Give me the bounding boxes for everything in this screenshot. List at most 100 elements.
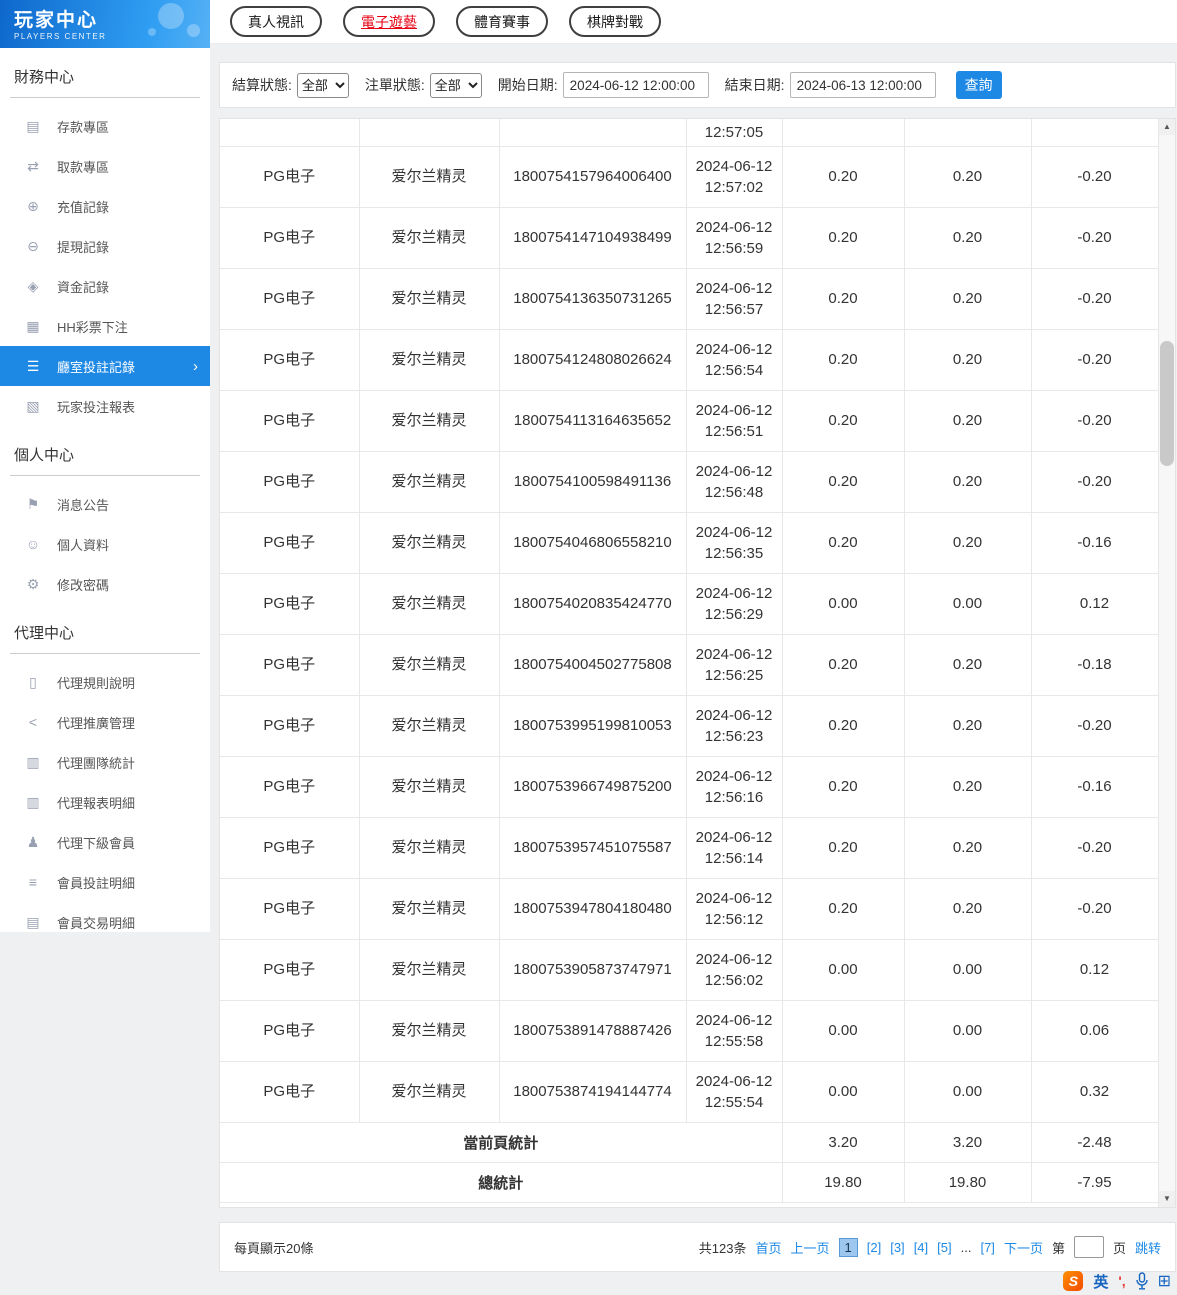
cell-game: 爱尔兰精灵 (358, 633, 500, 696)
cell-game: 爱尔兰精灵 (358, 938, 500, 1001)
sidebar-item-room-bet-records[interactable]: ☰ 廳室投註記錄 › (0, 346, 210, 386)
page-link-3[interactable]: [3] (890, 1240, 904, 1255)
cell-game: 爱尔兰精灵 (358, 572, 500, 635)
ime-toolbar: S 英 ', ⊞ (1063, 1269, 1171, 1293)
cell-datetime: 2024-06-12 12:56:23 (685, 694, 783, 757)
sidebar-item-agent-report-detail[interactable]: ▥ 代理報表明細 (0, 782, 210, 822)
table-row: PG电子 爱尔兰精灵 1800753947804180480 2024-06-12 12… (220, 877, 1158, 940)
summary-profit: -7.95 (1030, 1161, 1158, 1203)
sidebar-item-player-bet-report[interactable]: ▧ 玩家投注報表 (0, 386, 210, 426)
cell-valid-bet: 0.20 (903, 755, 1032, 818)
cell-datetime: 2024-06-12 12:56:29 (685, 572, 783, 635)
page-link-2[interactable]: [2] (867, 1240, 881, 1255)
page-link-first[interactable]: 首页 (755, 1238, 781, 1257)
sidebar-item-label: 玩家投注報表 (57, 399, 136, 415)
page-link-5[interactable]: [5] (937, 1240, 951, 1255)
ime-punctuation-icon[interactable]: ', (1118, 1273, 1125, 1289)
sidebar-item-change-password[interactable]: ⚙ 修改密碼 (0, 564, 210, 604)
sidebar-item-label: 充值記錄 (57, 199, 110, 215)
end-date-label: 結束日期: (724, 77, 785, 93)
sidebar: 玩家中心 PLAYERS CENTER 財務中心 ▤ 存款專區 ⇄ 取款專區 ⊕ 充值記錄 ⊖… (0, 0, 210, 932)
table-row-partial: 12:57:05 (220, 119, 1158, 147)
sidebar-item-deposit[interactable]: ▤ 存款專區 (0, 106, 210, 146)
order-status-select[interactable]: 全部 (429, 72, 482, 98)
page-link-4[interactable]: [4] (914, 1240, 928, 1255)
sidebar-item-funds-records[interactable]: ◈ 資金記錄 (0, 266, 210, 306)
sidebar-item-label: 代理團隊統計 (57, 755, 136, 771)
cell-order-id: 1800754046806558210 (498, 511, 687, 574)
bet-records-panel: 12:57:05 PG电子 爱尔兰精灵 1800754157964006400 2024… (219, 118, 1176, 1208)
tab-sports[interactable]: 體育賽事 (456, 6, 548, 37)
sidebar-item-profile[interactable]: ☺ 個人資料 (0, 524, 210, 564)
end-date-input[interactable] (789, 72, 936, 98)
cell-valid-bet: 0.20 (903, 450, 1032, 513)
sidebar-item-withdrawal-records[interactable]: ⊖ 提現記錄 (0, 226, 210, 266)
sogou-logo-icon[interactable]: S (1063, 1271, 1084, 1291)
jump-prefix-label: 第 (1051, 1240, 1065, 1256)
sidebar-item-member-transaction-detail[interactable]: ▤ 會員交易明細 (0, 902, 210, 942)
page-current[interactable]: 1 (838, 1237, 858, 1257)
page-link-prev[interactable]: 上一页 (791, 1238, 830, 1257)
sidebar-item-agent-rules[interactable]: ▯ 代理規則說明 (0, 662, 210, 702)
sidebar-item-member-bet-detail[interactable]: ≡ 會員投註明細 (0, 862, 210, 902)
cell-valid-bet: 0.20 (903, 877, 1032, 940)
cell-valid-bet: 0.20 (903, 328, 1032, 391)
cell-order-id: 1800753995199810053 (498, 694, 687, 757)
cell-datetime: 2024-06-12 12:55:58 (685, 999, 783, 1062)
cell-order-id: 1800754020835424770 (498, 572, 687, 635)
page-link-next[interactable]: 下一页 (1004, 1238, 1043, 1257)
cell-datetime: 2024-06-12 12:56:51 (685, 389, 783, 452)
bell-icon: ⚑ (26, 495, 40, 512)
sidebar-item-label: 代理報表明細 (57, 795, 136, 811)
ime-language-toggle[interactable]: 英 (1093, 1271, 1108, 1292)
cell-order-id: 1800753874194144774 (498, 1060, 687, 1123)
sidebar-item-hh-lottery-bets[interactable]: ▦ HH彩票下注 (0, 306, 210, 346)
tab-electronic-games[interactable]: 電子遊藝 (343, 6, 435, 37)
table-row: PG电子 爱尔兰精灵 1800754046806558210 2024-06-12 12… (220, 511, 1158, 574)
sidebar-item-announcements[interactable]: ⚑ 消息公告 (0, 484, 210, 524)
bet-records-tbody: 12:57:05 PG电子 爱尔兰精灵 1800754157964006400 2024… (220, 119, 1158, 1203)
table-scrollbar[interactable]: ▲ ▼ (1158, 119, 1175, 1207)
table-row: PG电子 爱尔兰精灵 1800753874194144774 2024-06-12 12… (220, 1060, 1158, 1123)
share-icon: < (28, 714, 38, 730)
table-row: PG电子 爱尔兰精灵 1800754113164635652 2024-06-12 12… (220, 389, 1158, 452)
settle-status-select[interactable]: 全部 (296, 72, 349, 98)
table-row: PG电子 爱尔兰精灵 1800753891478887426 2024-06-12 12… (220, 999, 1158, 1062)
sidebar-item-agent-promotion[interactable]: < 代理推廣管理 (0, 702, 210, 742)
cell-empty (220, 119, 360, 147)
cell-bet-amount: 0.00 (781, 938, 905, 1001)
cell-valid-bet: 0.20 (903, 633, 1032, 696)
sidebar-item-agent-sub-members[interactable]: ♟ 代理下級會員 (0, 822, 210, 862)
sidebar-nav: 財務中心 ▤ 存款專區 ⇄ 取款專區 ⊕ 充值記錄 ⊖ 提現記錄 ◈ 資金記錄 ▦ HH彩票下注 ☰ 廳室投… (0, 62, 210, 942)
page-jump-input[interactable] (1073, 1236, 1104, 1258)
page-link-7[interactable]: [7] (980, 1240, 994, 1255)
cell-platform: PG电子 (220, 145, 360, 208)
table-row: PG电子 爱尔兰精灵 1800754020835424770 2024-06-12 12… (220, 572, 1158, 635)
lottery-bet-icon: ▦ (26, 317, 40, 334)
cell-order-id: 1800753891478887426 (498, 999, 687, 1062)
scroll-down-arrow-icon[interactable]: ▼ (1159, 1191, 1175, 1207)
cell-platform: PG电子 (220, 755, 360, 818)
cell-profit: 0.12 (1030, 572, 1158, 635)
search-button[interactable]: 查詢 (955, 71, 1002, 99)
scroll-up-arrow-icon[interactable]: ▲ (1159, 119, 1175, 135)
microphone-icon[interactable] (1135, 1272, 1148, 1290)
jump-button[interactable]: 跳转 (1135, 1238, 1161, 1257)
cell-order-id: 1800753966749875200 (498, 755, 687, 818)
cell-empty (781, 119, 905, 147)
sidebar-section-header: 個人中心 (10, 440, 200, 476)
sidebar-item-agent-team-stats[interactable]: ▥ 代理團隊統計 (0, 742, 210, 782)
bar-chart-icon: ▥ (26, 753, 40, 770)
gamepad-icon (148, 28, 156, 36)
tab-live-casino[interactable]: 真人視訊 (230, 6, 322, 37)
sidebar-item-recharge-records[interactable]: ⊕ 充值記錄 (0, 186, 210, 226)
tab-board-games[interactable]: 棋牌對戰 (569, 6, 661, 37)
cell-profit: -0.20 (1030, 450, 1158, 513)
ime-keyboard-icon[interactable]: ⊞ (1158, 1271, 1171, 1291)
gear-icon: ⚙ (26, 575, 40, 592)
sidebar-item-withdraw[interactable]: ⇄ 取款專區 (0, 146, 210, 186)
scrollbar-thumb[interactable] (1160, 341, 1174, 466)
start-date-label: 開始日期: (497, 77, 558, 93)
start-date-input[interactable] (562, 72, 709, 98)
page-ellipsis: ... (960, 1239, 972, 1255)
